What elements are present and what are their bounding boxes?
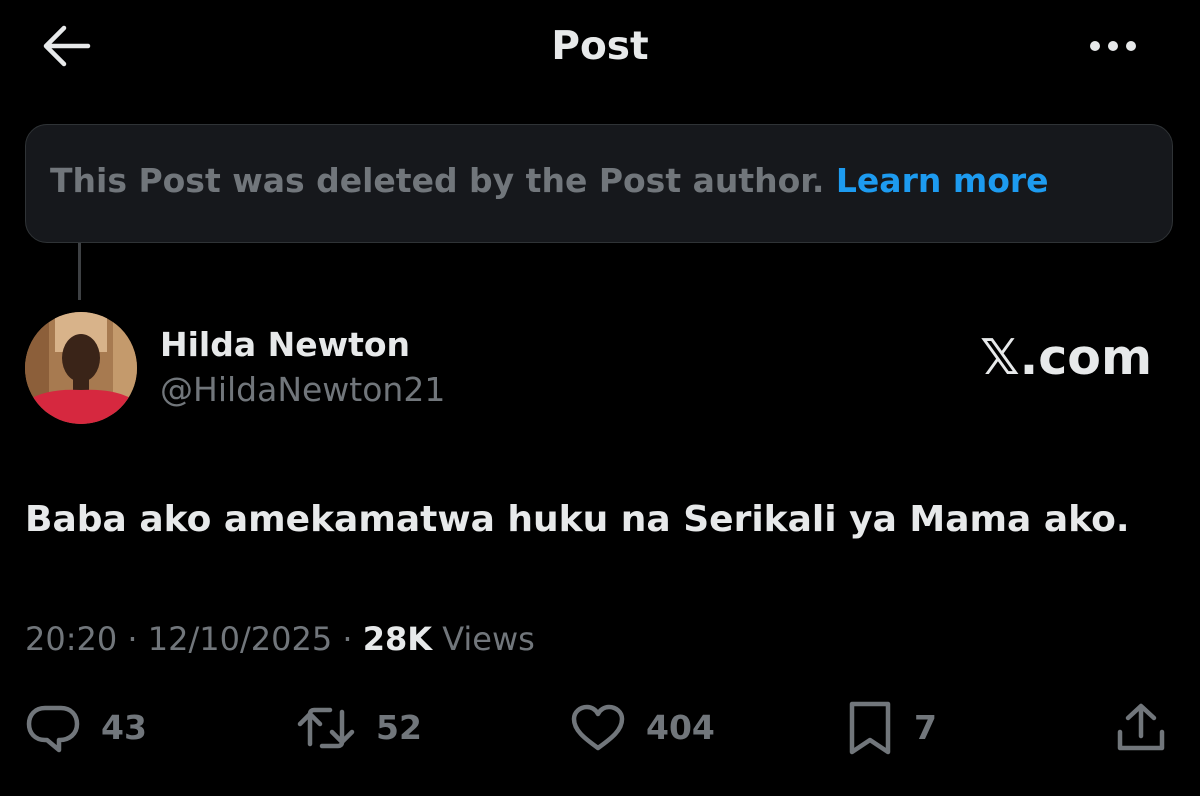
learn-more-link[interactable]: Learn more bbox=[836, 161, 1049, 200]
watermark: 𝕏.com bbox=[980, 329, 1152, 386]
reply-button[interactable]: 43 bbox=[25, 700, 147, 756]
share-icon bbox=[1117, 703, 1165, 751]
bookmark-icon bbox=[849, 701, 891, 755]
post-meta: 20:20 · 12/10/2025 · 28K Views bbox=[25, 616, 535, 662]
author-name[interactable]: Hilda Newton bbox=[160, 322, 410, 368]
reply-count: 43 bbox=[101, 708, 147, 747]
deleted-notice-text: This Post was deleted by the Post author… bbox=[50, 156, 1049, 206]
views-label: Views bbox=[442, 620, 535, 658]
thread-connector-line bbox=[78, 243, 81, 300]
avatar[interactable] bbox=[25, 312, 137, 424]
deleted-post-notice: This Post was deleted by the Post author… bbox=[25, 124, 1173, 243]
repost-button[interactable]: 52 bbox=[296, 700, 422, 756]
like-button[interactable]: 404 bbox=[570, 700, 715, 756]
repost-count: 52 bbox=[376, 708, 422, 747]
meta-separator: · bbox=[127, 620, 138, 658]
views-count: 28K bbox=[362, 620, 433, 658]
more-horizontal-icon bbox=[1090, 41, 1136, 51]
bookmark-button[interactable]: 7 bbox=[846, 700, 937, 756]
top-bar: Post bbox=[0, 0, 1200, 104]
more-options-button[interactable] bbox=[1080, 22, 1146, 70]
page-title: Post bbox=[551, 24, 649, 69]
like-count: 404 bbox=[646, 708, 715, 747]
heart-icon bbox=[571, 704, 625, 751]
deleted-notice-message: This Post was deleted by the Post author… bbox=[50, 161, 825, 200]
reply-icon bbox=[26, 705, 80, 753]
meta-separator-2: · bbox=[342, 620, 353, 658]
share-button[interactable] bbox=[1114, 700, 1168, 756]
post-text: Baba ako amekamatwa huku na Serikali ya … bbox=[25, 499, 1130, 540]
repost-icon bbox=[297, 707, 355, 749]
avatar-photo bbox=[25, 312, 137, 424]
post-date[interactable]: 12/10/2025 bbox=[148, 620, 332, 658]
author-handle[interactable]: @HildaNewton21 bbox=[160, 367, 445, 413]
bookmark-count: 7 bbox=[914, 708, 937, 747]
post-time[interactable]: 20:20 bbox=[25, 620, 117, 658]
